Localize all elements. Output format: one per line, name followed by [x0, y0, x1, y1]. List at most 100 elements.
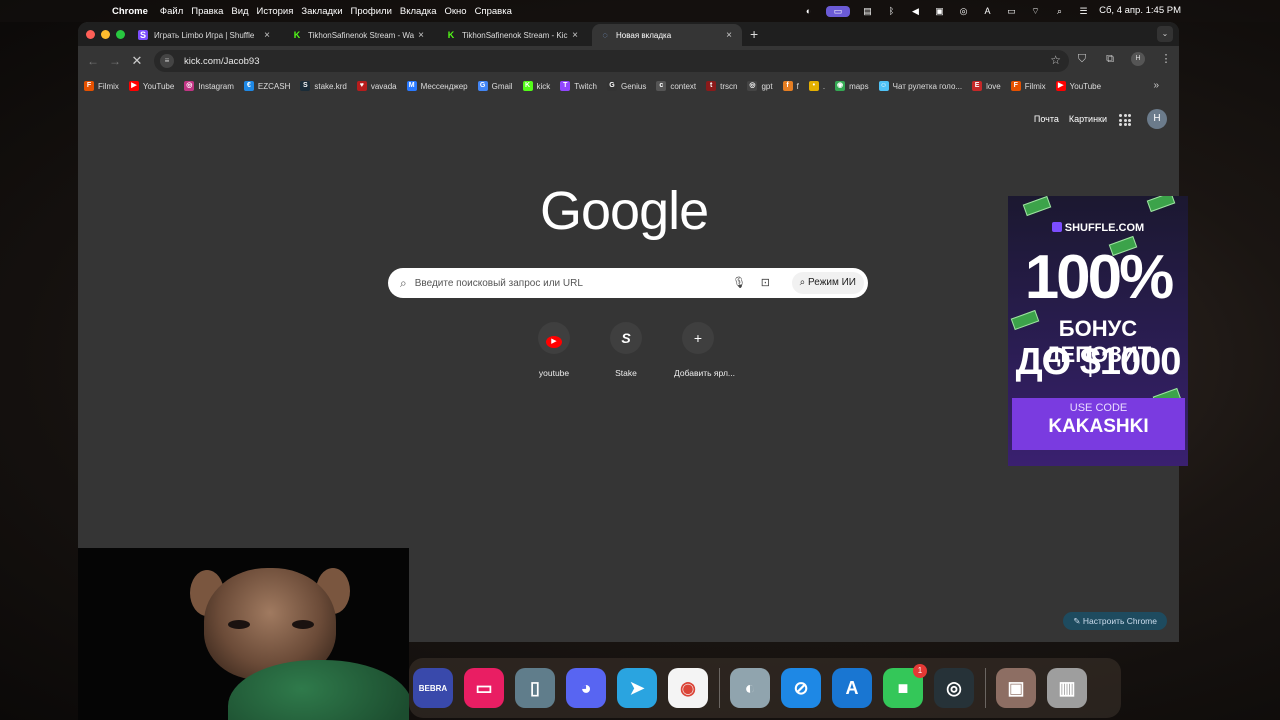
bookmark-item[interactable]: € EZCASH	[243, 81, 290, 91]
keyboard-input-icon[interactable]: A	[981, 6, 994, 17]
bookmark-item[interactable]: ◎ Instagram	[184, 81, 234, 91]
stop-loading-button[interactable]: ✕	[126, 53, 148, 69]
bluetooth-icon[interactable]: ᛒ	[885, 6, 898, 17]
bookmark-item[interactable]: ▶ YouTube	[128, 81, 174, 91]
trash-icon[interactable]: ▥	[1047, 668, 1087, 708]
bookmark-item[interactable]: F Filmix	[1010, 81, 1046, 91]
menu-help[interactable]: Справка	[475, 6, 512, 17]
tab-shuffle[interactable]: S Играть Limbo Игра | Shuffle ×	[130, 24, 280, 46]
iphone-mirroring-app-icon[interactable]: ▯	[515, 668, 555, 708]
more-menu-icon[interactable]: ⋮	[1159, 52, 1173, 66]
extensions-puzzle-icon[interactable]: ⧉	[1103, 52, 1117, 66]
facetime-app-icon[interactable]: ■ 1	[883, 664, 927, 708]
bookmark-item[interactable]: t trscn	[706, 81, 737, 91]
bebra-app-icon[interactable]: BEBRA	[413, 668, 453, 708]
bookmark-item[interactable]: G Genius	[606, 81, 646, 91]
ntp-search-input[interactable]	[414, 277, 715, 289]
chrome-app-icon[interactable]: ◉	[668, 668, 708, 708]
menu-tab[interactable]: Вкладка	[400, 6, 437, 17]
bookmark-item[interactable]: ◎ gpt	[747, 81, 773, 91]
menu-window[interactable]: Окно	[445, 6, 467, 17]
bookmark-item[interactable]: ▶ YouTube	[1055, 81, 1101, 91]
customize-chrome-button[interactable]: ✎ Настроить Chrome	[1063, 612, 1167, 630]
bookmark-item[interactable]: c context	[656, 81, 696, 91]
battery-icon[interactable]: ▭	[1005, 6, 1018, 17]
airdrop-icon[interactable]: ◎	[957, 6, 970, 17]
profile-avatar[interactable]: H	[1131, 52, 1145, 66]
discord-app-icon[interactable]: ◕	[566, 668, 606, 708]
shortcut-youtube[interactable]: ▶ youtube	[530, 322, 578, 378]
close-tab-icon[interactable]: ×	[570, 30, 580, 41]
tab-kick-wa[interactable]: K TikhonSafinenok Stream - Wa ×	[284, 24, 434, 46]
ai-mode-button[interactable]: ⌕ Режим ИИ	[791, 272, 864, 294]
menu-file[interactable]: Файл	[160, 6, 183, 17]
gmail-link[interactable]: Почта	[1034, 114, 1059, 124]
voice-search-mic-icon[interactable]: 🎙	[732, 276, 746, 289]
forward-button[interactable]: →	[104, 54, 126, 68]
cast-icon[interactable]: ▤	[861, 6, 874, 17]
shortcut-stake[interactable]: S Stake	[602, 322, 650, 378]
add-shortcut-button[interactable]: + Добавить ярл...	[674, 322, 735, 378]
site-info-icon[interactable]: ≡	[160, 54, 174, 68]
close-tab-icon[interactable]: ×	[262, 30, 272, 41]
account-avatar[interactable]: H	[1147, 109, 1167, 129]
menu-history[interactable]: История	[257, 6, 294, 17]
zoom-window-button[interactable]	[116, 30, 125, 39]
new-tab-button[interactable]: +	[750, 26, 758, 42]
bookmark-favicon-icon: K	[522, 81, 533, 91]
bookmark-item[interactable]: ☺ Чат рулетка голо...	[878, 81, 962, 91]
menu-bookmarks[interactable]: Закладки	[301, 6, 342, 17]
wifi-icon[interactable]: ⌔	[1029, 6, 1042, 17]
menu-profiles[interactable]: Профили	[351, 6, 392, 17]
address-bar[interactable]: ≡ kick.com/Jacob93 ☆	[154, 50, 1069, 72]
ntp-search-box[interactable]: ⌕ 🎙 ⊡ ⌕ Режим ИИ	[388, 268, 868, 298]
bookmark-item[interactable]: ♥ vavada	[356, 81, 397, 91]
bookmark-item[interactable]: ff	[782, 81, 799, 91]
obs-app-icon[interactable]: ◎	[934, 668, 974, 708]
bookmark-item[interactable]: Elove	[972, 81, 1001, 91]
tab-kick-stream[interactable]: K TikhonSafinenok Stream - Kic ×	[438, 24, 588, 46]
google-lens-icon[interactable]: ⊡	[761, 276, 770, 289]
back-button[interactable]: ←	[82, 54, 104, 68]
bookmark-item[interactable]: Kkick	[522, 81, 550, 91]
bookmark-star-icon[interactable]: ☆	[1050, 53, 1061, 67]
bookmark-item[interactable]: ◉ maps	[835, 81, 869, 91]
bookmark-item[interactable]: G Gmail	[477, 81, 513, 91]
finder-app-icon[interactable]: ◐	[730, 668, 770, 708]
shield-extension-icon[interactable]: ⛉	[1075, 52, 1089, 66]
ad-promo-code: KAKASHKI	[1048, 416, 1149, 437]
bookmark-item[interactable]: •.	[808, 81, 825, 91]
shuffle-icon: S	[138, 30, 148, 40]
bookmark-label: Мессенджер	[420, 81, 468, 91]
images-link[interactable]: Картинки	[1069, 114, 1107, 124]
menu-view[interactable]: Вид	[231, 6, 248, 17]
address-bar-url[interactable]: kick.com/Jacob93	[184, 56, 260, 67]
bookmark-item[interactable]: F Filmix	[84, 81, 119, 91]
status-item-icon[interactable]: ◐	[802, 6, 815, 17]
bookmark-favicon-icon: F	[1010, 81, 1021, 91]
menu-edit[interactable]: Правка	[191, 6, 223, 17]
display-icon[interactable]: ▣	[933, 6, 946, 17]
minimize-window-button[interactable]	[101, 30, 110, 39]
bookmark-item[interactable]: M Мессенджер	[406, 81, 468, 91]
google-apps-icon[interactable]	[1119, 114, 1131, 126]
search-icon[interactable]: ⌕	[1053, 6, 1066, 17]
app-store-app-icon[interactable]: A	[832, 668, 872, 708]
bookmark-item[interactable]: Sstake.krd	[300, 81, 347, 91]
menu-app-name[interactable]: Chrome	[112, 6, 148, 17]
telegram-app-icon[interactable]: ➤	[617, 668, 657, 708]
volume-icon[interactable]: ◀	[909, 6, 922, 17]
close-window-button[interactable]	[86, 30, 95, 39]
bookmarks-overflow-icon[interactable]: »	[1153, 80, 1159, 91]
tab-new-tab[interactable]: ◌ Новая вкладка ×	[592, 24, 742, 46]
screen-record-icon[interactable]: ▭	[826, 5, 850, 17]
close-tab-icon[interactable]: ×	[724, 30, 734, 41]
close-tab-icon[interactable]: ×	[416, 30, 426, 41]
cleanmymac-app-icon[interactable]: ▭	[464, 668, 504, 708]
downloads-stack-icon[interactable]: ▣	[996, 668, 1036, 708]
menu-clock[interactable]: Сб, 4 апр. 1:45 PM	[1099, 5, 1181, 16]
safari-app-icon[interactable]: ⊘	[781, 668, 821, 708]
control-center-icon[interactable]: ☰	[1077, 6, 1090, 17]
bookmark-item[interactable]: T Twitch	[560, 81, 597, 91]
tab-search-chevron-icon[interactable]: ⌄	[1157, 26, 1173, 42]
